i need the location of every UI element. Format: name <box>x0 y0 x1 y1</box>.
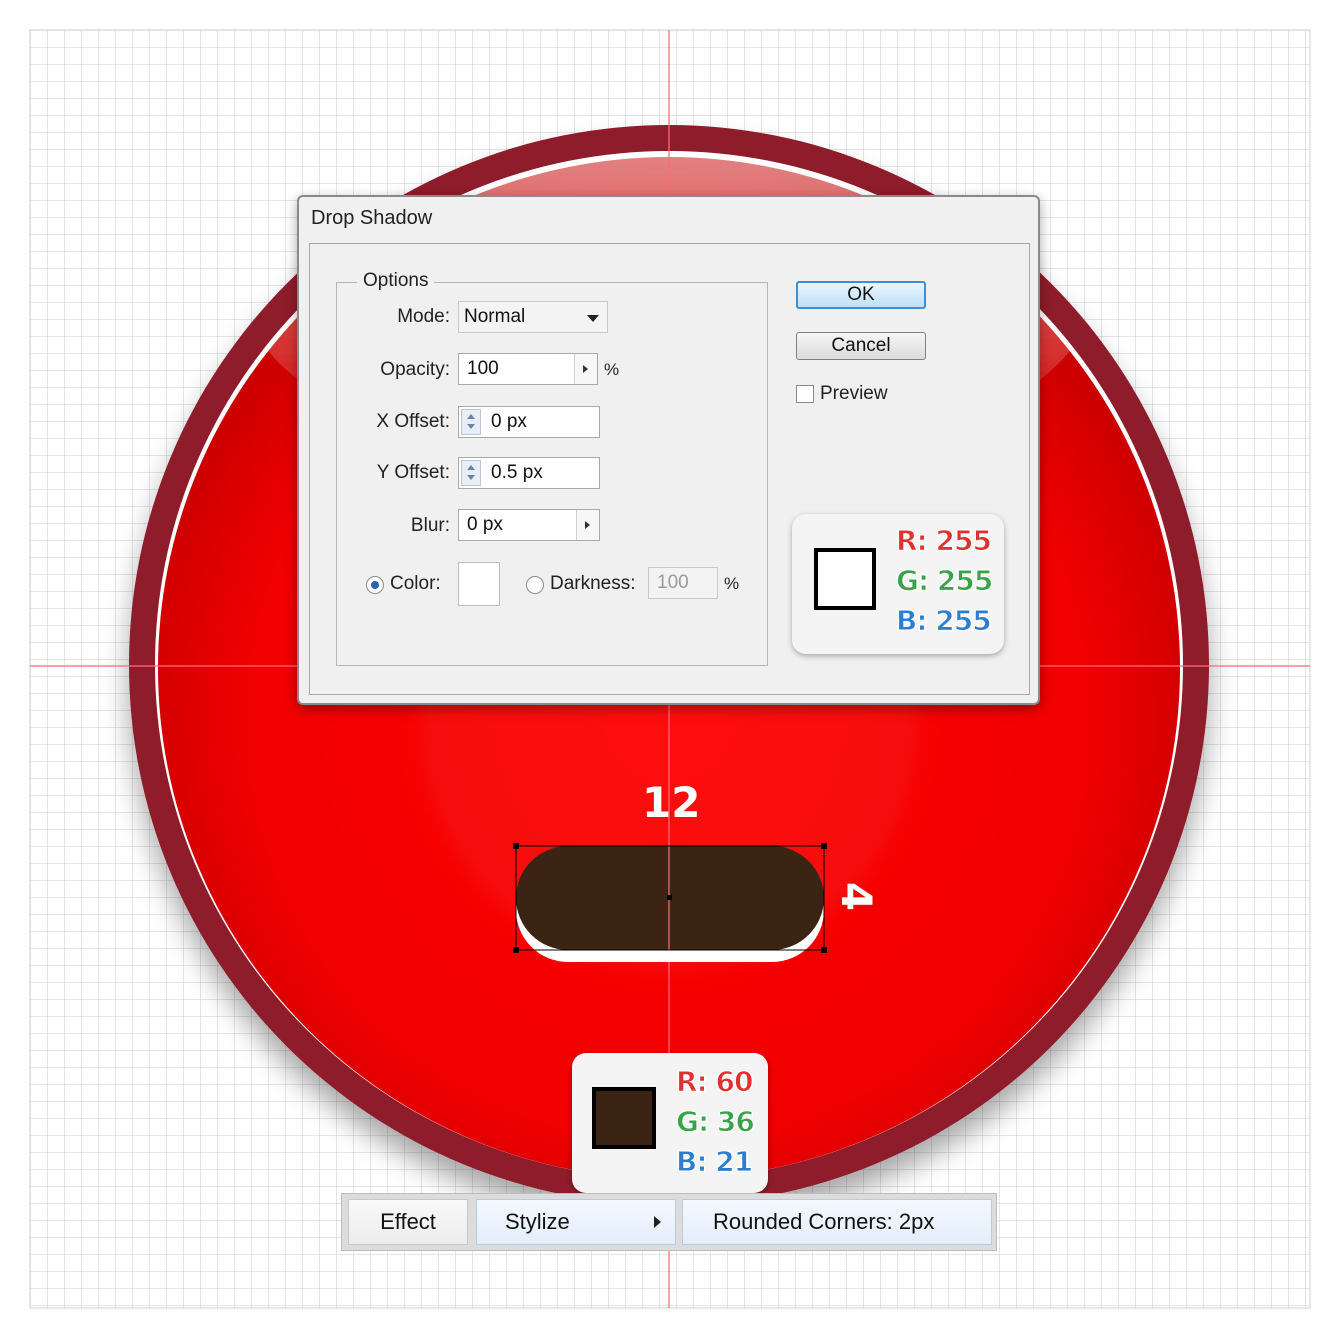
preview-label: Preview <box>820 383 888 404</box>
x-offset-spinner-icon[interactable] <box>461 409 481 435</box>
shadow-color-card: R: 255 G: 255 B: 255 <box>792 514 1004 654</box>
x-offset-field[interactable]: 0 px <box>458 406 600 438</box>
darkness-unit: % <box>724 574 740 593</box>
menu-item-rounded-corners-label: Rounded Corners: 2px <box>713 1209 935 1234</box>
y-offset-spinner-icon[interactable] <box>461 460 481 486</box>
fill-color-r: R: 60 <box>675 1065 753 1099</box>
y-offset-value: 0.5 px <box>491 462 543 483</box>
opacity-label: Opacity: <box>380 359 450 380</box>
ok-button[interactable]: OK <box>796 281 926 309</box>
x-offset-value: 0 px <box>491 411 527 432</box>
menu-item-effect-label: Effect <box>380 1209 436 1234</box>
darkness-value: 100 <box>657 572 689 593</box>
blur-label: Blur: <box>410 515 450 536</box>
color-label: Color: <box>390 573 441 594</box>
cancel-button[interactable]: Cancel <box>796 332 926 360</box>
fill-color-g: G: 36 <box>676 1105 756 1139</box>
shadow-color-swatch[interactable] <box>458 562 500 606</box>
mode-label: Mode: <box>397 306 450 327</box>
mode-select[interactable]: Normal <box>458 301 608 333</box>
shadow-color-r: R: 255 <box>896 524 993 558</box>
dialog-title: Drop Shadow <box>311 207 433 229</box>
submenu-arrow-icon <box>654 1216 661 1228</box>
opacity-value: 100 <box>467 358 499 379</box>
blur-value: 0 px <box>467 514 503 535</box>
width-dimension-label: 12 <box>642 778 701 827</box>
height-dimension-label: 4 <box>832 881 882 912</box>
opacity-unit: % <box>604 360 620 379</box>
mode-value: Normal <box>464 306 526 327</box>
y-offset-field[interactable]: 0.5 px <box>458 457 600 489</box>
darkness-field: 100 <box>648 567 718 599</box>
options-legend: Options <box>357 270 435 292</box>
color-radio[interactable] <box>366 576 384 594</box>
opacity-field[interactable]: 100 <box>458 353 598 385</box>
dialog-body: Options Mode: Normal Opacity: 100 % X Of… <box>309 243 1030 695</box>
darkness-radio[interactable] <box>526 576 544 594</box>
menu-item-rounded-corners[interactable]: Rounded Corners: 2px <box>682 1199 992 1245</box>
preview-checkbox[interactable] <box>796 385 814 403</box>
menu-item-stylize-label: Stylize <box>505 1209 570 1234</box>
x-offset-label: X Offset: <box>376 411 450 432</box>
shadow-color-g: G: 255 <box>895 564 993 598</box>
chevron-down-icon <box>587 315 599 322</box>
drop-shadow-dialog: Drop Shadow Options Mode: Normal Opacity… <box>297 195 1040 705</box>
opacity-popup-arrow-icon[interactable] <box>574 354 597 384</box>
shadow-color-b: B: 255 <box>896 604 993 638</box>
y-offset-label: Y Offset: <box>376 462 450 483</box>
menu-item-stylize[interactable]: Stylize <box>476 1199 676 1245</box>
fill-color-b: B: 21 <box>675 1145 753 1179</box>
shadow-color-card-swatch <box>814 548 876 610</box>
blur-field[interactable]: 0 px <box>458 509 600 541</box>
menu-item-effect[interactable]: Effect <box>348 1199 468 1245</box>
blur-popup-arrow-icon[interactable] <box>576 510 599 540</box>
fill-color-card: R: 60 G: 36 B: 21 <box>572 1053 768 1193</box>
effect-menu-path: Effect Stylize Rounded Corners: 2px <box>341 1193 997 1251</box>
fill-color-card-swatch <box>592 1087 656 1149</box>
darkness-label: Darkness: <box>550 573 636 594</box>
